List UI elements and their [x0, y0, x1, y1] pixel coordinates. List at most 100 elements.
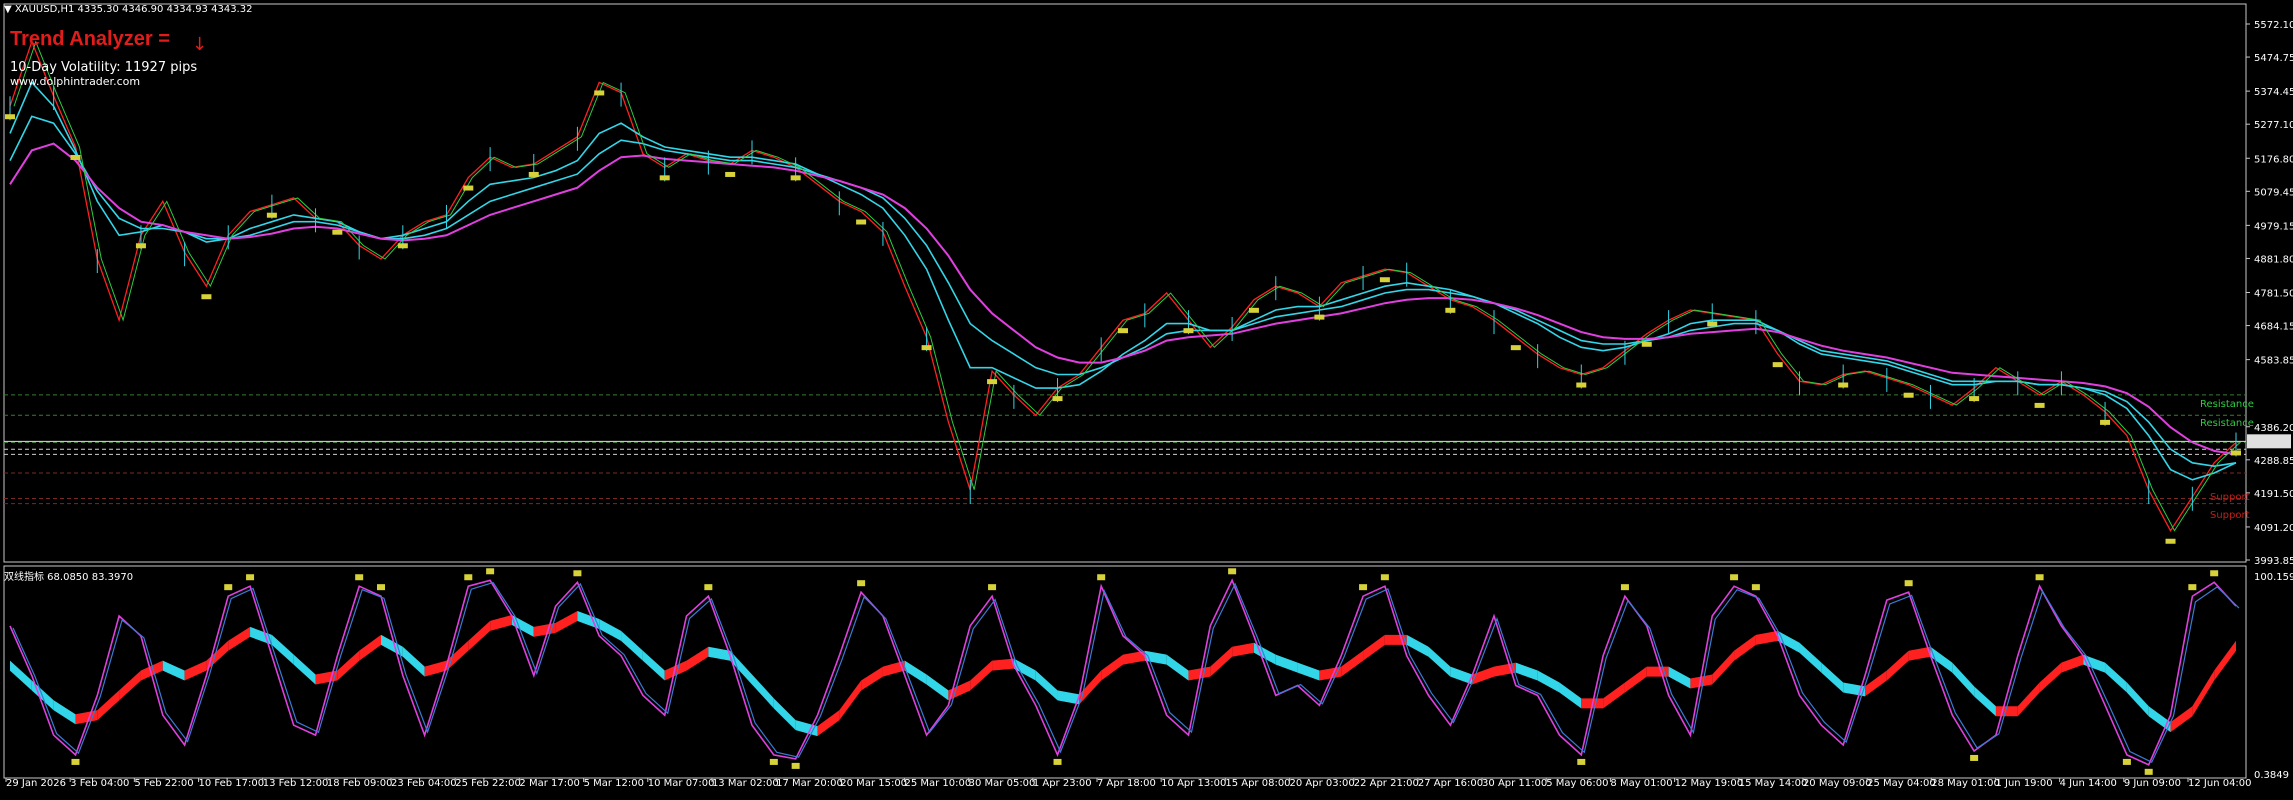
oscillator-extreme-marker [1053, 758, 1062, 765]
oscillator-ribbon-segment [359, 634, 381, 661]
time-tick-label: 1 Apr 23:00 [1033, 778, 1092, 789]
price-tick-label: 4091.20 [2254, 523, 2293, 534]
time-tick-label: 10 Mar 07:00 [648, 778, 715, 789]
trend-down-arrow-icon: ↓ [192, 34, 208, 55]
oscillator-extreme-marker [1730, 574, 1739, 581]
price-tick-label: 5277.10 [2254, 120, 2293, 131]
oscillator-ribbon-segment [1886, 650, 1909, 681]
oscillator-ribbon-segment [468, 620, 491, 651]
main-plot-frame [3, 3, 2247, 563]
oscillator-extreme-marker [769, 758, 778, 765]
time-tick-label: 13 Mar 02:00 [712, 778, 779, 789]
oscillator-extreme-marker [1904, 580, 1913, 587]
oscillator-ribbon-segment [2126, 682, 2149, 717]
oscillator-ribbon-segment [555, 611, 578, 633]
signal-marker [1576, 382, 1587, 388]
oscillator-ribbon-segment [1930, 646, 1953, 673]
price-chart[interactable]: 5572.10 5474.75 5374.45 5277.10 5176.80 5079.… [0, 0, 2293, 800]
oscillator-extreme-marker [1359, 584, 1368, 591]
price-tick-label: 3993.85 [2254, 556, 2293, 567]
time-tick-label: 10 Feb 17:00 [199, 778, 265, 789]
signal-marker [1772, 362, 1783, 368]
oscillator-signal-line[interactable] [12, 581, 2240, 764]
price-series-line-3[interactable] [9, 142, 2237, 456]
oscillator-ribbon-segment [752, 674, 774, 709]
signal-marker [332, 229, 343, 235]
resistance-label-1: Resistance [2200, 399, 2254, 410]
price-series-line-2[interactable] [9, 115, 2237, 468]
price-signal-line[interactable] [13, 40, 2241, 532]
oscillator-extreme-marker [857, 580, 866, 587]
signal-marker [463, 185, 474, 191]
signal-marker [921, 345, 932, 351]
oscillator-ribbon-segment [1799, 642, 1822, 673]
oscillator-extreme-marker [377, 584, 385, 591]
support-label-2: Support [2210, 510, 2250, 521]
oscillator-ribbon-segment [1275, 654, 1298, 673]
oscillator-ribbon-segment [1210, 646, 1233, 677]
price-tick-label: 4684.15 [2254, 322, 2293, 333]
oscillator-ribbon-segment [402, 646, 425, 677]
time-tick-label: 20 May 09:00 [1803, 778, 1872, 789]
signal-marker [1118, 328, 1128, 334]
time-tick-label: 1 Jun 19:00 [1995, 778, 2052, 789]
oscillator-extreme-marker [1751, 584, 1760, 591]
time-tick-label: 12 May 19:00 [1675, 778, 1744, 789]
oscillator-ribbon-segment [1363, 634, 1385, 661]
time-tick-label: 22 Apr 21:00 [1354, 778, 1419, 789]
oscillator-ribbon-segment [2170, 706, 2193, 733]
resistance-label-2: Resistance [2200, 418, 2254, 429]
oscillator-ribbon-segment [1755, 630, 1778, 645]
time-tick-label: 2 Mar 17:00 [519, 778, 579, 789]
signal-marker [201, 294, 212, 300]
price-tick-label: 5474.75 [2254, 53, 2293, 64]
price-tick-label: 5572.10 [2254, 20, 2293, 31]
oscillator-extreme-marker [224, 584, 233, 591]
time-tick-label: 28 May 01:00 [1931, 778, 2000, 789]
oscillator-ribbon-segment [904, 660, 927, 685]
oscillator-extreme-marker [486, 568, 495, 575]
oscillator-ribbon-segment [1035, 670, 1058, 701]
price-series-line-0[interactable] [9, 39, 2237, 532]
oscillator-extreme-marker [1970, 754, 1979, 761]
price-tick-label: 4979.15 [2254, 221, 2293, 232]
signal-marker [397, 243, 408, 249]
signal-marker [5, 114, 15, 120]
volatility-readout: 10-Day Volatility: 11927 pips [10, 60, 198, 75]
oscillator-extreme-marker [2144, 768, 2153, 775]
time-tick-label: 27 Apr 16:00 [1418, 778, 1483, 789]
price-series-line-1[interactable] [9, 80, 2237, 481]
time-tick-label: 3 Feb 04:00 [70, 778, 129, 789]
price-tick-label: 5176.80 [2254, 154, 2293, 165]
oscillator-ribbon-segment [1624, 666, 1647, 693]
oscillator-extreme-marker [1097, 574, 1106, 581]
signal-marker [856, 219, 867, 225]
signal-marker [70, 154, 81, 160]
signal-marker [1510, 345, 1521, 351]
time-tick-label: 5 Mar 12:00 [584, 778, 644, 789]
oscillator-ribbon-segment [1537, 670, 1560, 693]
oscillator-ribbon-segment [490, 614, 512, 631]
oscillator-extreme-marker [988, 584, 997, 591]
oscillator-ribbon-segment [1428, 646, 1451, 677]
time-tick-label: 30 Mar 05:00 [969, 778, 1036, 789]
time-tick-label: 8 May 01:00 [1610, 778, 1672, 789]
oscillator-ribbon-segment [119, 670, 141, 701]
symbol-header: ▼ XAUUSD,H1 4335.30 4346.90 4334.93 4343… [4, 4, 252, 15]
time-tick-label: 15 Apr 08:00 [1225, 778, 1290, 789]
oscillator-ribbon-segment [1821, 662, 1844, 693]
oscillator-header: 双线指标 68.0850 83.3970 [4, 572, 134, 583]
chart-window[interactable]: 5572.10 5474.75 5374.45 5277.10 5176.80 5079.… [0, 0, 2293, 800]
price-tick-label: 5079.45 [2254, 187, 2293, 198]
oscillator-extreme-marker [791, 762, 800, 769]
oscillator-ribbon-segment [2105, 662, 2127, 693]
collapse-triangle-icon[interactable]: ▼ [4, 4, 12, 15]
signal-marker [790, 175, 801, 181]
oscillator-extreme-marker [573, 570, 582, 577]
oscillator-ribbon-segment [228, 626, 251, 651]
oscillator-ribbon-segment [839, 680, 862, 721]
last-price-tag [2247, 434, 2291, 449]
oscillator-ribbon-segment [293, 654, 316, 685]
signal-marker [1969, 396, 1980, 402]
oscillator-ribbon-segment [926, 674, 949, 701]
